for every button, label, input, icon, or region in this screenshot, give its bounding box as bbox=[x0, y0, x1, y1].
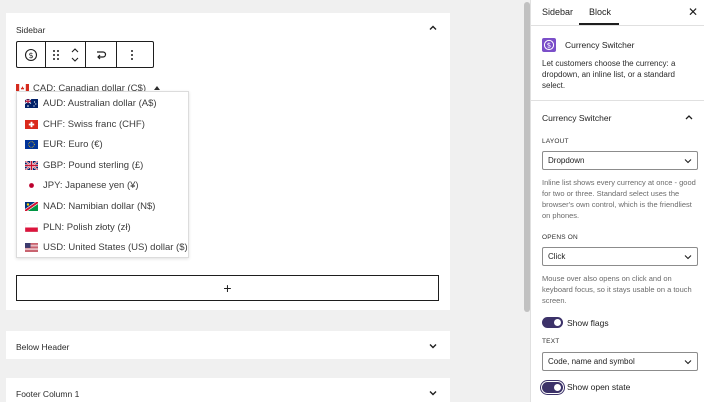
more-options-button[interactable] bbox=[117, 42, 147, 67]
chevron-up-icon[interactable] bbox=[428, 23, 438, 33]
chevron-down-icon[interactable] bbox=[70, 56, 80, 63]
widget-area-title: Footer Column 1 bbox=[16, 389, 80, 399]
drag-handle-icon bbox=[52, 49, 59, 60]
currency-option-eur[interactable]: EUR: Euro (€) bbox=[25, 137, 103, 151]
widget-area-title: Sidebar bbox=[16, 25, 46, 35]
chevron-down-icon bbox=[684, 360, 692, 365]
block-card: $ Currency Switcher Let customers choose… bbox=[531, 27, 704, 101]
chevron-up-icon[interactable] bbox=[70, 47, 80, 54]
svg-text:$: $ bbox=[28, 51, 33, 60]
currency-option-label: AUD: Australian dollar (A$) bbox=[43, 97, 157, 109]
flag-na-icon bbox=[25, 201, 38, 211]
layout-select[interactable]: Dropdown bbox=[542, 151, 698, 170]
currency-option-label: CHF: Swiss franc (CHF) bbox=[43, 118, 145, 130]
flag-jp-icon bbox=[25, 180, 38, 190]
show-flags-label: Show flags bbox=[567, 318, 609, 328]
text-select[interactable]: Code, name and symbol bbox=[542, 352, 698, 371]
flag-us-icon bbox=[25, 242, 38, 252]
block-toolbar: $ bbox=[16, 41, 154, 68]
currency-option-gbp[interactable]: GBP: Pound sterling (£) bbox=[25, 158, 143, 172]
active-tab-indicator bbox=[579, 23, 619, 25]
move-buttons[interactable] bbox=[65, 42, 86, 67]
show-flags-toggle[interactable] bbox=[542, 317, 563, 328]
tab-block[interactable]: Block bbox=[589, 7, 611, 17]
close-icon[interactable]: ✕ bbox=[688, 5, 698, 19]
toggle-knob bbox=[554, 384, 561, 391]
block-description: Let customers choose the currency: a dro… bbox=[542, 59, 676, 90]
panel-section-title[interactable]: Currency Switcher bbox=[542, 113, 611, 123]
currency-option-jpy[interactable]: JPY: Japanese yen (¥) bbox=[25, 178, 139, 192]
chevron-up-icon[interactable] bbox=[684, 113, 694, 121]
below-header-widget-area[interactable]: Below Header bbox=[6, 331, 450, 359]
currency-option-aud[interactable]: AUD: Australian dollar (A$) bbox=[25, 96, 157, 110]
toggle-knob bbox=[554, 319, 561, 326]
currency-block-icon: $ bbox=[542, 38, 556, 52]
chevron-down-icon bbox=[684, 255, 692, 260]
currency-icon: $ bbox=[24, 48, 38, 61]
settings-tabs: Sidebar Block ✕ bbox=[531, 0, 704, 26]
currency-option-label: PLN: Polish złoty (zł) bbox=[43, 221, 131, 233]
tab-sidebar[interactable]: Sidebar bbox=[542, 7, 573, 17]
drag-handle[interactable] bbox=[46, 42, 65, 67]
currency-option-usd[interactable]: USD: United States (US) dollar ($) bbox=[25, 240, 188, 254]
plus-icon: + bbox=[223, 280, 232, 296]
flag-ch-icon bbox=[25, 119, 38, 129]
chevron-down-icon[interactable] bbox=[428, 388, 438, 398]
layout-label: LAYOUT bbox=[542, 138, 569, 145]
currency-option-label: EUR: Euro (€) bbox=[43, 138, 103, 150]
flag-eu-icon bbox=[25, 139, 38, 149]
opens-on-label: OPENS ON bbox=[542, 234, 578, 241]
block-type-button[interactable]: $ bbox=[17, 42, 46, 67]
chevron-down-icon[interactable] bbox=[428, 341, 438, 351]
currency-option-label: JPY: Japanese yen (¥) bbox=[43, 179, 139, 191]
footer-column-1-widget-area[interactable]: Footer Column 1 bbox=[6, 378, 450, 402]
widget-area-title: Below Header bbox=[16, 342, 70, 352]
layout-select-value: Dropdown bbox=[548, 156, 585, 165]
show-open-state-label: Show open state bbox=[567, 382, 631, 392]
show-open-state-toggle[interactable] bbox=[539, 379, 566, 396]
opens-on-select[interactable]: Click bbox=[542, 247, 698, 266]
transform-button[interactable] bbox=[86, 42, 117, 67]
layout-help-text: Inline list shows every currency at once… bbox=[542, 178, 696, 220]
currency-option-nad[interactable]: NAD: Namibian dollar (N$) bbox=[25, 199, 155, 213]
currency-option-label: USD: United States (US) dollar ($) bbox=[43, 241, 188, 253]
add-block-button[interactable]: + bbox=[16, 275, 439, 301]
block-title: Currency Switcher bbox=[565, 40, 635, 50]
currency-option-pln[interactable]: PLN: Polish złoty (zł) bbox=[25, 220, 131, 234]
opens-on-help-text: Mouse over also opens on click and on ke… bbox=[542, 274, 692, 305]
svg-text:$: $ bbox=[547, 42, 551, 50]
currency-dropdown-list: AUD: Australian dollar (A$) CHF: Swiss f… bbox=[16, 91, 189, 258]
settings-sidebar: Sidebar Block ✕ $ Currency Switcher Let … bbox=[530, 0, 704, 402]
currency-option-label: GBP: Pound sterling (£) bbox=[43, 159, 144, 171]
caret-up-icon bbox=[154, 86, 160, 90]
text-select-value: Code, name and symbol bbox=[548, 357, 635, 366]
chevron-down-icon bbox=[684, 159, 692, 164]
flag-pl-icon bbox=[25, 222, 38, 232]
currency-option-chf[interactable]: CHF: Swiss franc (CHF) bbox=[25, 117, 145, 131]
currency-option-label: NAD: Namibian dollar (N$) bbox=[43, 200, 156, 212]
opens-on-select-value: Click bbox=[548, 252, 566, 261]
transform-icon bbox=[97, 50, 107, 59]
text-label: TEXT bbox=[542, 338, 560, 345]
more-vertical-icon bbox=[131, 49, 133, 60]
flag-au-icon bbox=[25, 98, 38, 108]
flag-gb-icon bbox=[25, 160, 38, 170]
